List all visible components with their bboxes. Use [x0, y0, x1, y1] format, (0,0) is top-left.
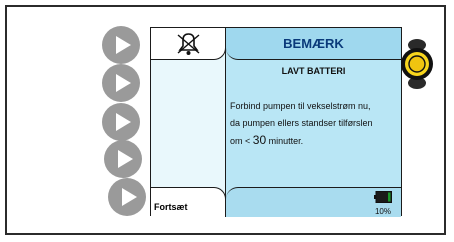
message-line-1: Forbind pumpen til vekselstrøm nu, — [230, 101, 371, 111]
play-triangle-icon — [116, 36, 131, 54]
alert-title: BEMÆRK — [226, 28, 401, 60]
alert-subtitle: LAVT BATTERI — [281, 66, 346, 76]
side-button-3[interactable] — [102, 103, 140, 141]
pump-screen: BEMÆRK LAVT BATTERI Forbind pumpen til v… — [150, 27, 402, 217]
battery-percentage: 10% — [374, 207, 391, 216]
play-triangle-icon — [116, 113, 131, 131]
yellow-led-indicator-icon — [401, 39, 433, 89]
muted-bell-icon — [177, 33, 200, 55]
side-button-1[interactable] — [102, 26, 140, 64]
alarm-tab — [151, 28, 226, 60]
continue-button[interactable]: Fortsæt — [151, 187, 226, 217]
play-triangle-icon — [122, 188, 137, 206]
play-triangle-icon — [116, 74, 131, 92]
alert-message: Forbind pumpen til vekselstrøm nu, da pu… — [230, 98, 398, 150]
message-suffix: minutter. — [268, 136, 304, 146]
battery-status-bar: 10% — [226, 187, 401, 217]
side-button-2[interactable] — [102, 64, 140, 102]
play-triangle-icon — [118, 150, 133, 168]
message-line-2: da pumpen ellers standser tilførslen — [230, 118, 373, 128]
side-button-4[interactable] — [104, 140, 142, 178]
message-number: 30 — [252, 133, 267, 147]
side-button-5[interactable] — [108, 178, 146, 216]
message-prefix: om < — [230, 136, 251, 146]
battery-icon — [374, 191, 392, 203]
message-line-3: om < 30 minutter. — [230, 132, 398, 150]
